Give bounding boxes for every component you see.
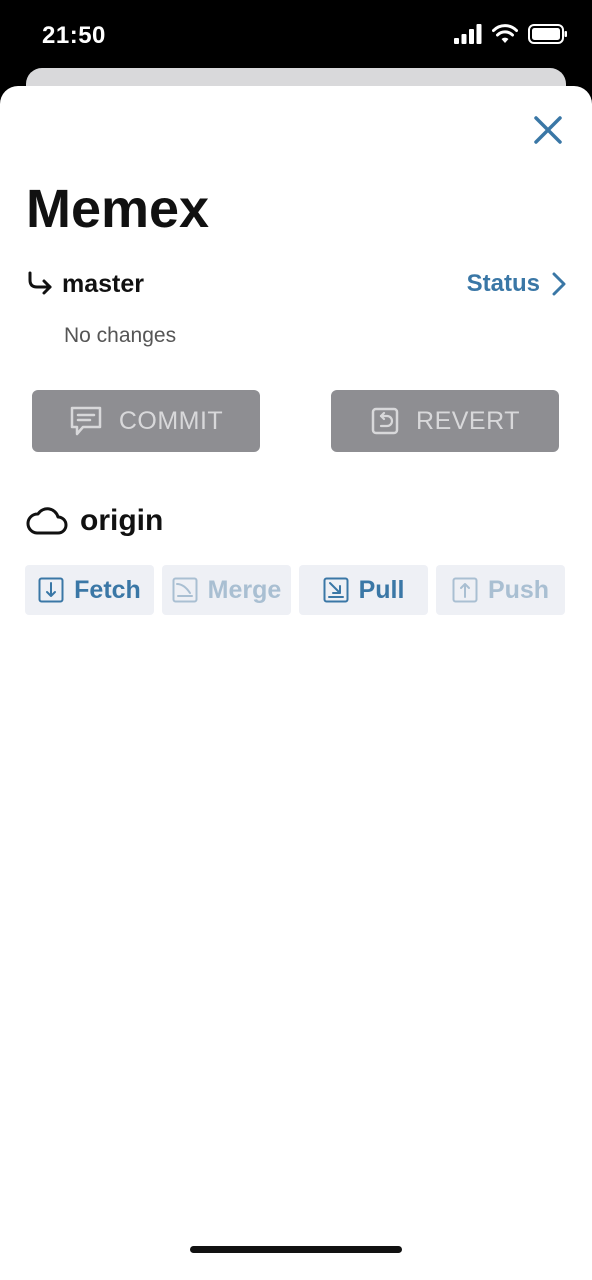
push-icon <box>452 577 478 603</box>
comment-icon <box>70 406 102 436</box>
branch-row: master Status <box>26 266 566 302</box>
fetch-icon <box>38 577 64 603</box>
chevron-right-icon <box>552 272 566 296</box>
revert-label: REVERT <box>416 406 520 435</box>
status-bar: 21:50 <box>0 0 592 72</box>
pull-icon <box>323 577 349 603</box>
remote-name: origin <box>80 504 164 537</box>
home-indicator[interactable] <box>190 1246 402 1253</box>
revert-icon <box>371 407 399 435</box>
changes-status-text: No changes <box>64 324 177 347</box>
merge-button[interactable]: Merge <box>162 565 291 615</box>
close-icon[interactable] <box>530 112 566 148</box>
pull-label: Pull <box>358 575 405 604</box>
push-button[interactable]: Push <box>436 565 565 615</box>
status-label: Status <box>466 270 540 297</box>
remote-actions: Fetch Merge Pull Push <box>25 565 565 615</box>
push-label: Push <box>487 575 550 604</box>
battery-icon <box>528 24 567 44</box>
status-icons <box>454 24 568 44</box>
repository-sheet: Memex master Status No changes COMMIT RE… <box>0 86 592 1280</box>
remote-row: origin <box>26 504 163 538</box>
branch-name: master <box>62 269 144 298</box>
commit-label: COMMIT <box>118 406 224 435</box>
fetch-label: Fetch <box>74 575 141 604</box>
pull-button[interactable]: Pull <box>299 565 428 615</box>
merge-label: Merge <box>207 575 282 604</box>
revert-button[interactable]: REVERT <box>331 390 559 452</box>
commit-button[interactable]: COMMIT <box>32 390 260 452</box>
fetch-button[interactable]: Fetch <box>25 565 154 615</box>
branch-arrow-icon <box>28 271 52 295</box>
wifi-icon <box>492 24 518 43</box>
signal-icon <box>454 24 482 44</box>
cloud-icon <box>26 507 68 535</box>
status-link[interactable]: Status <box>467 270 566 298</box>
merge-icon <box>172 577 198 603</box>
status-time: 21:50 <box>42 22 106 49</box>
page-title: Memex <box>26 179 210 239</box>
